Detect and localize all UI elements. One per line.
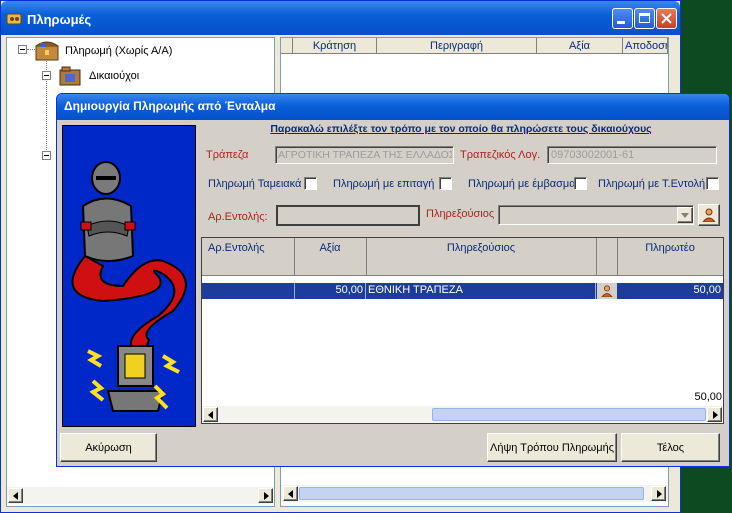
arrow-right-icon [263,491,269,500]
list-scroll-right-button[interactable] [651,486,666,501]
pay-cash-label: Πληρωμή Ταμειακά [208,178,302,190]
finish-button[interactable]: Τέλος [621,433,720,462]
arrow-right-icon [712,410,718,419]
payee-dropdown-button[interactable] [677,207,693,223]
grid-cell-payee[interactable]: ΕΘΝΙΚΗ ΤΡΑΠΕΖΑ [366,283,596,299]
arrow-left-icon [207,410,213,419]
close-icon [661,13,672,24]
account-label: Τραπεζικός Λογ. [460,149,541,161]
treasure-chest-icon [34,40,60,62]
main-title-bar[interactable] [1,1,680,35]
grid-cell-order-no[interactable] [202,283,295,299]
grid-cell-payable[interactable]: 50,00 [617,283,723,299]
dialog-title: Δημιουργία Πληρωμής από Ένταλμα [64,99,276,113]
order-no-field[interactable] [276,205,420,226]
scroll-left-button[interactable] [8,488,23,503]
grid-scroll-thumb[interactable] [432,408,706,421]
bank-value: ΑΓΡΟΤΙΚΗ ΤΡΑΠΕΖΑ ΤΗΣ ΕΛΛΑΔΟΣ [278,149,452,161]
pay-transfer-checkbox[interactable] [574,177,587,190]
list-scroll-left-button[interactable] [283,486,298,501]
order-no-label: Αρ.Εντολής: [208,211,268,223]
grid-col-divider [596,238,597,276]
get-payment-method-button[interactable]: Λήψη Τρόπου Πληρωμής [487,433,617,462]
grid-col-header-value[interactable]: Αξία [294,242,366,254]
instruction-text: Παρακαλώ επιλέξτε τον τρόπο με τον οποίο… [270,123,652,135]
pay-transfer-label: Πληρωμή με έμβασμα [468,178,576,190]
pay-check-checkbox[interactable] [439,177,452,190]
list-col-header-2[interactable]: Αξία [537,38,623,54]
pay-order-label: Πληρωμή με Τ.Εντολή [598,178,706,190]
close-button[interactable] [656,8,677,29]
minimize-button[interactable] [612,8,633,29]
main-window-title: Πληρωμές [27,12,92,27]
user-icon [601,285,613,297]
maximize-button[interactable] [634,8,655,29]
grid-scroll-left-button[interactable] [203,407,218,422]
minus-icon [44,75,49,76]
tree-child-expander-2[interactable] [42,151,51,160]
grid-col-header-payee[interactable]: Πληρεξούσιος [366,242,596,254]
payee-combobox[interactable] [498,205,694,225]
payee-lookup-button[interactable] [698,204,720,226]
pay-order-checkbox[interactable] [706,177,719,190]
app-icon [6,11,22,25]
arrow-left-icon [12,491,18,500]
pay-cash-checkbox[interactable] [304,177,317,190]
list-col-header-1[interactable]: Περιγραφή [377,38,537,54]
list-col-header-3[interactable]: Αποδοση [623,38,668,54]
account-value: 09703002001-61 [551,149,635,161]
chevron-down-icon [681,212,689,218]
list-header-selector [281,38,293,54]
user-icon [702,208,716,222]
pay-check-label: Πληρωμή με επιταγή [333,178,435,190]
tree-child-label[interactable]: Δικαιούχοι [89,70,139,82]
scroll-right-button[interactable] [258,488,273,503]
minimize-icon [617,21,625,24]
grid-total-value: 50,00 [694,391,722,403]
payee-label: Πληρεξούσιος [426,208,495,220]
bank-label: Τράπεζα [206,149,249,161]
maximize-icon [639,13,650,23]
tree-root-expander[interactable] [18,45,27,54]
grid-cell-payee-button[interactable] [597,283,617,299]
grid-col-header-order-no[interactable]: Αρ.Εντολής [208,242,265,254]
folder-icon [59,66,81,86]
list-scroll-thumb[interactable] [299,487,644,500]
arrow-right-icon [656,489,662,498]
list-col-header-0[interactable]: Κράτηση [293,38,377,54]
minus-icon [44,155,49,156]
tree-root-label[interactable]: Πληρωμή (Χωρίς Α/Α) [65,45,172,57]
tree-hscrollbar[interactable] [7,487,274,504]
grid-cell-value[interactable]: 50,00 [295,283,366,299]
tree-child-expander[interactable] [42,71,51,80]
genie-illustration [62,125,196,427]
minus-icon [20,49,25,50]
cancel-button[interactable]: Ακύρωση [60,433,157,462]
grid-col-header-payable[interactable]: Πληρωτέο [617,242,723,254]
grid-scroll-right-button[interactable] [707,407,722,422]
arrow-left-icon [287,489,293,498]
